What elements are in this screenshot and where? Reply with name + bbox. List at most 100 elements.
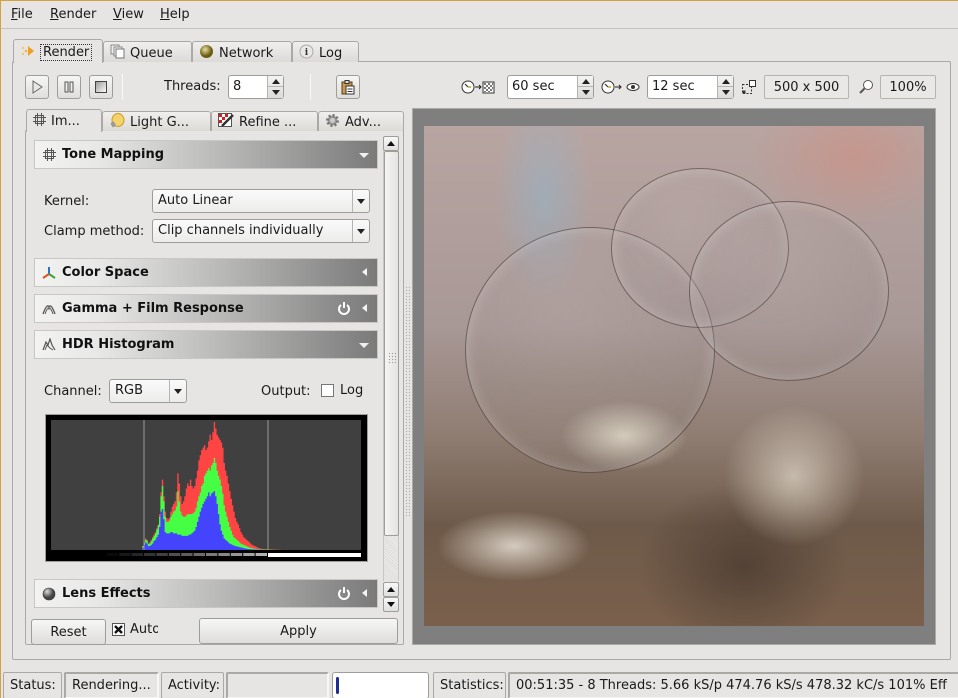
rendered-image xyxy=(424,126,924,626)
threads-stepper[interactable] xyxy=(267,76,283,98)
color-space-icon xyxy=(42,266,56,280)
power-toggle-icon[interactable] xyxy=(337,301,351,315)
zoom-level-value: 100% xyxy=(889,79,927,95)
section-hdr-histogram[interactable]: HDR Histogram xyxy=(34,330,378,359)
status-label-box: Status: xyxy=(3,672,62,698)
tab-advanced[interactable]: Adv... xyxy=(318,111,404,131)
menu-file-rest: ile xyxy=(17,7,33,22)
stop-button[interactable] xyxy=(89,75,113,99)
status-value-box: Rendering... xyxy=(64,672,159,698)
log-checkbox[interactable] xyxy=(321,384,334,397)
halt-time-spinbox[interactable]: 60 sec xyxy=(507,75,594,99)
histogram-icon xyxy=(42,338,56,352)
section-tone-mapping[interactable]: Tone Mapping xyxy=(34,140,378,169)
section-lens-effects[interactable]: Lens Effects xyxy=(34,579,378,608)
dropdown-arrow-icon xyxy=(169,380,186,402)
menu-render-rest: ender xyxy=(58,7,97,22)
pause-icon xyxy=(64,81,74,93)
auto-checkbox[interactable] xyxy=(112,623,125,636)
histogram-gradient-step xyxy=(119,553,131,556)
arrow-down-icon xyxy=(272,90,280,95)
histogram-gradient-step xyxy=(144,553,156,556)
copy-to-clipboard-button[interactable] xyxy=(336,75,360,99)
histogram-gradient-step xyxy=(156,553,168,556)
statistics-label-box: Statistics: xyxy=(433,672,506,698)
kernel-value: Auto Linear xyxy=(158,193,233,208)
scroll-trough[interactable] xyxy=(383,151,399,581)
auto-label: Auto xyxy=(130,622,158,637)
arrow-up-icon xyxy=(582,79,590,84)
tab-refine[interactable]: Refine ... xyxy=(211,111,318,131)
tab-queue[interactable]: Queue xyxy=(103,41,192,62)
progress-fill xyxy=(336,677,339,694)
tab-log[interactable]: i Log xyxy=(292,41,359,62)
check-x-icon xyxy=(114,625,123,634)
dropdown-arrow-icon xyxy=(352,220,369,242)
tab-advanced-label: Adv... xyxy=(345,114,381,130)
histogram-gradient-step xyxy=(131,553,143,556)
menu-help-rest: elp xyxy=(169,7,190,22)
histogram-gradient-step xyxy=(193,553,205,556)
tone-mapping-icon xyxy=(42,148,56,162)
section-color-space[interactable]: Color Space xyxy=(34,258,378,287)
menu-help[interactable]: Help xyxy=(160,7,190,22)
kernel-select[interactable]: Auto Linear xyxy=(152,189,370,213)
halt-time-stepper[interactable] xyxy=(577,76,593,98)
light-groups-icon xyxy=(109,112,125,132)
scroll-up-button-2[interactable] xyxy=(383,582,399,597)
histogram-chart xyxy=(45,414,368,562)
section-gamma-film-response[interactable]: Gamma + Film Response xyxy=(34,294,378,323)
menu-render[interactable]: Render xyxy=(50,7,96,22)
info-icon: i xyxy=(299,44,314,63)
channel-select[interactable]: RGB xyxy=(109,379,187,403)
clamp-method-label: Clamp method: xyxy=(44,224,145,239)
collapse-triangle-icon xyxy=(359,343,369,348)
histogram-gradient-step xyxy=(181,553,193,556)
menu-view[interactable]: View xyxy=(113,7,144,22)
activity-value-box xyxy=(226,672,329,698)
tab-render[interactable]: Render xyxy=(13,39,103,63)
tab-imaging[interactable]: Im... xyxy=(26,109,102,132)
network-globe-icon xyxy=(199,44,214,63)
kernel-label: Kernel: xyxy=(44,194,90,209)
halt-time-icon xyxy=(461,79,501,99)
tab-render-label: Render xyxy=(39,44,93,61)
histogram-gradient-step xyxy=(230,553,243,556)
status-label: Status: xyxy=(10,678,56,693)
pause-button[interactable] xyxy=(57,75,81,99)
menu-file[interactable]: File xyxy=(11,7,33,22)
threads-spinbox[interactable]: 8 xyxy=(228,75,284,99)
section-gamma-title: Gamma + Film Response xyxy=(62,301,244,316)
clipboard-icon xyxy=(341,80,355,95)
settings-scrollbar[interactable] xyxy=(383,136,399,612)
histogram-gradient-step xyxy=(168,553,181,556)
start-button[interactable] xyxy=(25,75,49,99)
panel-splitter[interactable] xyxy=(405,286,410,516)
expand-triangle-icon xyxy=(362,304,367,312)
zoom-icon xyxy=(858,79,874,99)
reset-button[interactable]: Reset xyxy=(31,619,106,645)
apply-button[interactable]: Apply xyxy=(199,618,398,644)
tab-network[interactable]: Network xyxy=(192,41,292,62)
tab-light-groups[interactable]: Light G... xyxy=(102,111,211,131)
histogram-gradient-step xyxy=(106,553,119,556)
section-histogram-title: HDR Histogram xyxy=(62,337,175,352)
scroll-thumb[interactable] xyxy=(384,151,399,536)
scroll-up-button[interactable] xyxy=(383,136,399,151)
stop-icon xyxy=(95,81,107,93)
toolbar-separator xyxy=(122,74,123,100)
imaging-icon xyxy=(33,113,46,130)
clamp-method-select[interactable]: Clip channels individually xyxy=(152,219,370,243)
refine-icon xyxy=(218,113,234,131)
refresh-interval-stepper[interactable] xyxy=(717,76,733,98)
resolution-display: 500 x 500 xyxy=(764,75,849,99)
clamp-method-value: Clip channels individually xyxy=(158,223,324,238)
power-toggle-icon[interactable] xyxy=(337,586,351,600)
channel-label: Channel: xyxy=(44,384,102,399)
dropdown-arrow-icon xyxy=(352,190,369,212)
lens-icon xyxy=(42,587,56,601)
scroll-down-button[interactable] xyxy=(383,597,399,612)
refresh-interval-spinbox[interactable]: 12 sec xyxy=(647,75,734,99)
gamma-curve-icon xyxy=(42,302,56,316)
main-window: File Render View Help Render Queue Netwo… xyxy=(0,0,958,698)
